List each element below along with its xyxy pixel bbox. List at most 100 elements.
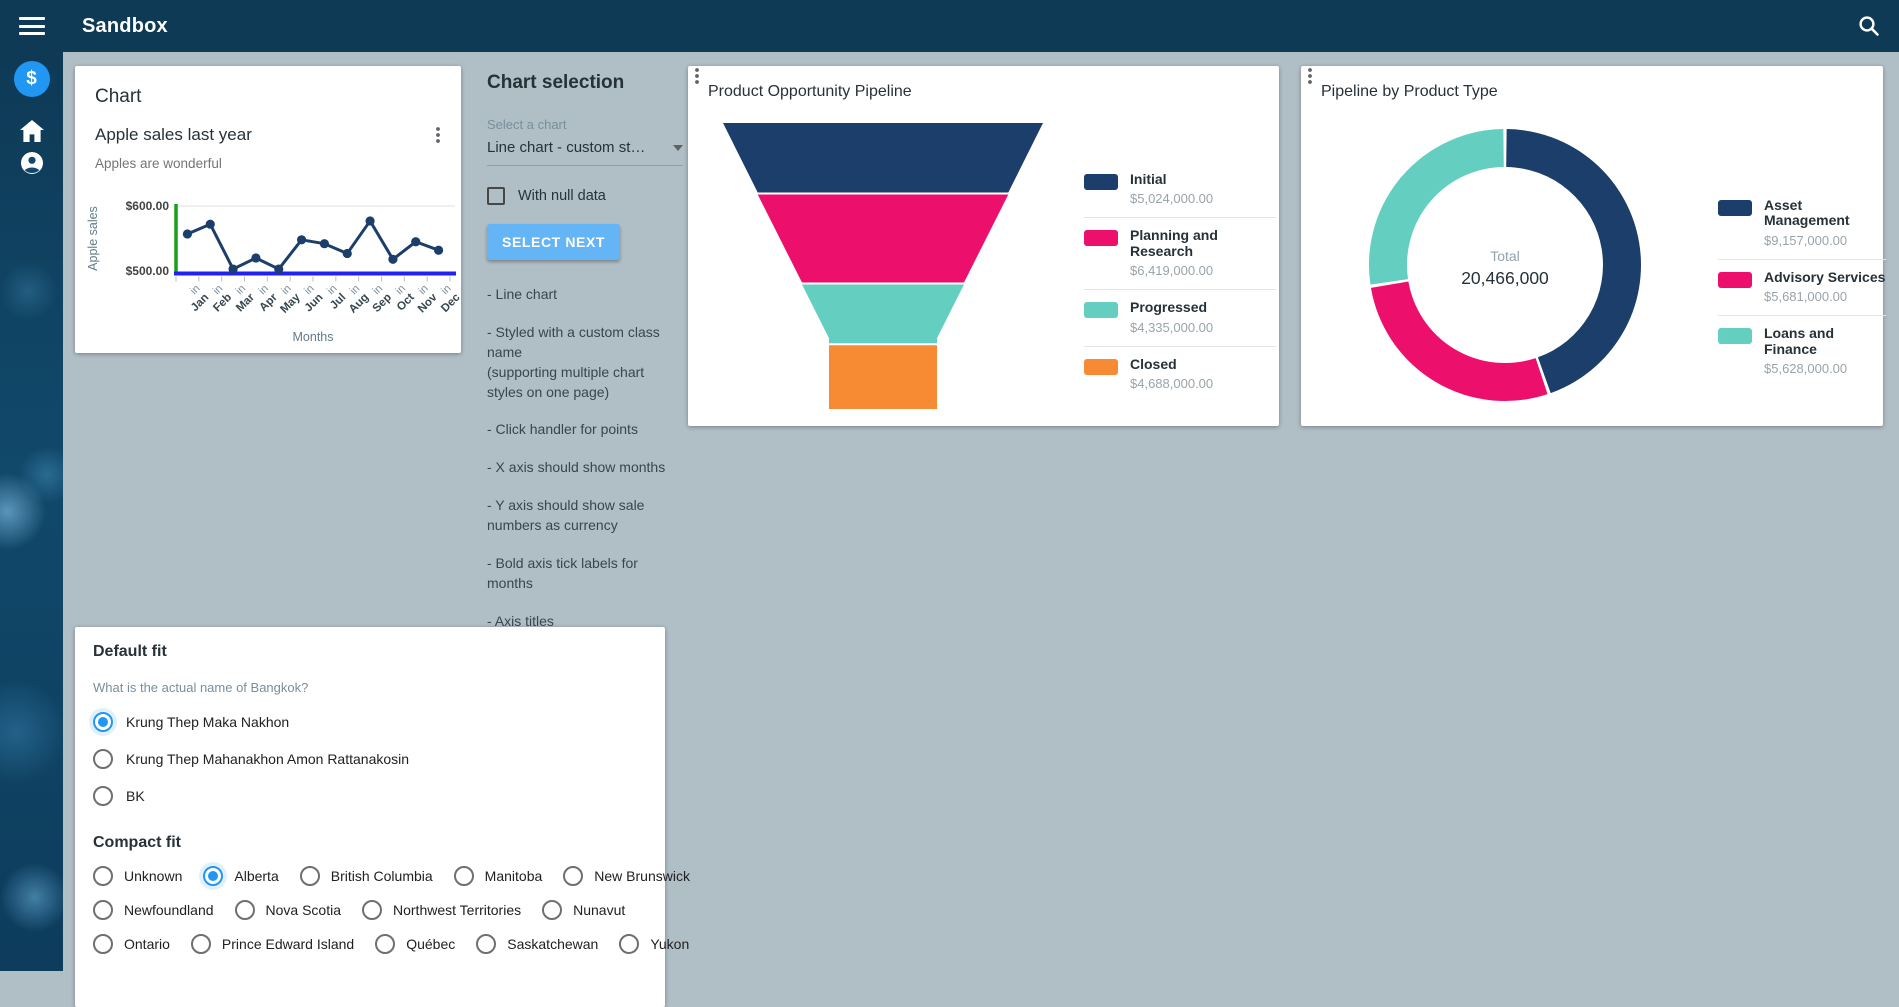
radio-selected [203,866,223,886]
radio-option[interactable]: Ontario [93,934,170,954]
line-point[interactable] [206,220,215,229]
line-point[interactable] [251,253,260,262]
radio-unselected [300,866,320,886]
legend-label: Initial [1130,172,1213,187]
bangkok-question: What is the actual name of Bangkok? [93,680,647,695]
line-point[interactable] [183,229,192,238]
sidebar-item-home[interactable] [0,120,63,142]
legend-label: Progressed [1130,300,1213,315]
radio-label: Krung Thep Maka Nakhon [126,714,289,730]
kebab-menu-icon[interactable] [427,125,449,147]
legend-text: Closed$4,688,000.00 [1130,357,1213,391]
line-point[interactable] [228,264,237,273]
chart-panel-title: Chart [95,86,441,108]
legend-item[interactable]: Closed$4,688,000.00 [1084,346,1276,402]
donut-total-value: 20,466,000 [1425,268,1585,289]
radio-option[interactable]: Nunavut [542,900,625,920]
funnel-segment-1[interactable] [723,123,1043,193]
radio-option[interactable]: Nova Scotia [235,900,341,920]
radio-label: Québec [406,936,455,952]
line-point[interactable] [365,216,374,225]
account-icon [20,151,44,175]
radio-option[interactable]: Québec [375,934,455,954]
radio-option[interactable]: Prince Edward Island [191,934,354,954]
with-null-data-checkbox[interactable]: With null data [487,187,683,205]
line-point[interactable] [274,264,283,273]
select-next-button[interactable]: SELECT NEXT [487,224,620,260]
chevron-down-icon [673,145,683,151]
select-chart-label: Select a chart [487,117,683,132]
line-point[interactable] [388,255,397,264]
radio-unselected [93,934,113,954]
legend-item[interactable]: Planning and Research$6,419,000.00 [1084,217,1276,289]
radio-option[interactable]: Manitoba [454,866,543,886]
radio-option[interactable]: Newfoundland [93,900,214,920]
line-chart-canvas: $600.00$500.00inJaninFebinMarinAprinMayi… [75,188,461,353]
legend-value: $5,628,000.00 [1764,361,1886,376]
donut-total-title: Total [1425,248,1585,264]
radio-option[interactable]: Alberta [203,866,278,886]
legend-text: Asset Management$9,157,000.00 [1764,198,1886,248]
radio-label: Manitoba [485,868,543,884]
line-point[interactable] [297,235,306,244]
radio-option[interactable]: Unknown [93,866,182,886]
radio-label: Krung Thep Mahanakhon Amon Rattanakosin [126,751,409,767]
line-point[interactable] [411,237,420,246]
legend-item[interactable]: Loans and Finance$5,628,000.00 [1718,315,1886,387]
line-point[interactable] [320,239,329,248]
legend-label: Closed [1130,357,1213,372]
line-chart-subtitle: Apples are wonderful [95,156,441,171]
feature-item: - Styled with a custom class name (suppo… [487,323,683,403]
radio-unselected [476,934,496,954]
legend-swatch [1084,359,1118,375]
search-icon[interactable] [1856,13,1882,39]
legend-item[interactable]: Asset Management$9,157,000.00 [1718,188,1886,259]
radio-unselected [93,786,113,806]
legend-value: $5,681,000.00 [1764,289,1885,304]
line-series [187,221,438,269]
funnel-chart-card: Product Opportunity Pipeline Initial$5,0… [688,66,1279,426]
radio-label: British Columbia [331,868,433,884]
compact-radio-row: Ontario Prince Edward Island Québec Saskatc… [93,934,647,954]
legend-item[interactable]: Advisory Services$5,681,000.00 [1718,259,1886,315]
funnel-segment-4[interactable] [829,345,937,409]
radio-option[interactable]: British Columbia [300,866,433,886]
legend-item[interactable]: Initial$5,024,000.00 [1084,162,1276,217]
funnel-segment-3[interactable] [802,285,964,344]
y-tick-label: $600.00 [126,199,170,213]
radio-option[interactable]: Krung Thep Mahanakhon Amon Rattanakosin [93,749,647,769]
radio-label: Newfoundland [124,902,214,918]
radio-label: Nunavut [573,902,625,918]
chart-selection-panel: Chart selection Select a chart Line char… [487,72,683,650]
chart-select-dropdown[interactable]: Line chart - custom st… [487,139,683,166]
sidebar-item-sandbox[interactable]: $ [0,61,63,97]
radio-label: Alberta [234,868,278,884]
line-point[interactable] [434,246,443,255]
radio-unselected [375,934,395,954]
radio-unselected [93,900,113,920]
legend-item[interactable]: Progressed$4,335,000.00 [1084,289,1276,345]
hamburger-menu-icon[interactable] [19,17,45,35]
radio-option[interactable]: BK [93,786,647,806]
radio-label: Ontario [124,936,170,952]
donut-slice-2[interactable] [1390,285,1542,382]
y-tick-label: $500.00 [126,264,170,278]
radio-unselected [235,900,255,920]
radio-option[interactable]: Yukon [619,934,689,954]
x-axis-title: Months [293,330,334,344]
fit-card: Default fit What is the actual name of B… [75,627,665,1007]
line-point[interactable] [343,249,352,258]
radio-option[interactable]: Northwest Territories [362,900,521,920]
line-chart-card: Chart Apple sales last year Apples are w… [75,66,461,353]
y-axis-title: Apple sales [86,206,100,271]
sidebar-item-account[interactable] [0,151,63,175]
radio-option[interactable]: Saskatchewan [476,934,598,954]
x-tick-label: inJan [180,283,211,314]
compact-radio-row: Newfoundland Nova Scotia Northwest Territo… [93,900,647,920]
funnel-segment-2[interactable] [758,195,1009,283]
legend-text: Initial$5,024,000.00 [1130,172,1213,206]
radio-option[interactable]: New Brunswick [563,866,690,886]
feature-item: - Click handler for points [487,420,683,440]
radio-option[interactable]: Krung Thep Maka Nakhon [93,712,647,732]
default-fit-title: Default fit [93,643,647,661]
